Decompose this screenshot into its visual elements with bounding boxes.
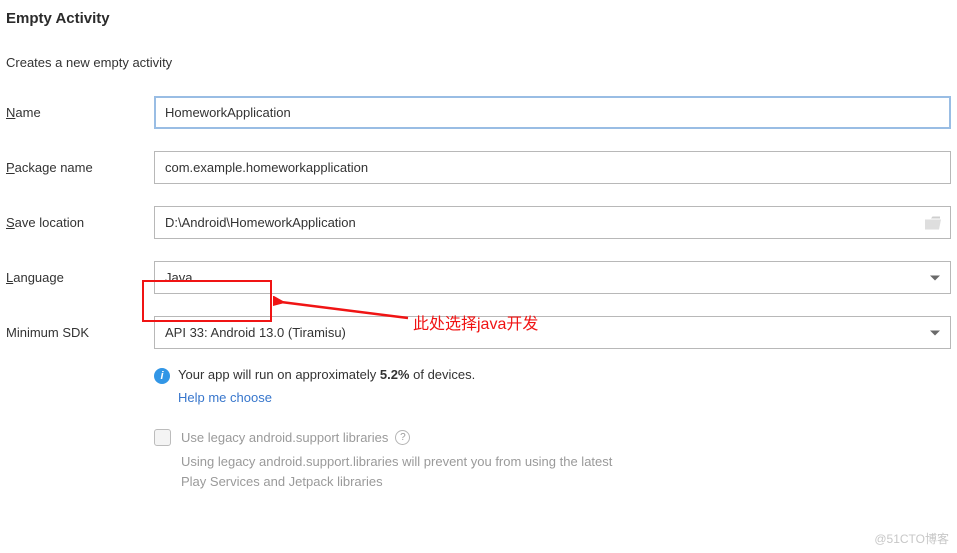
help-me-choose-link[interactable]: Help me choose [178,390,951,405]
language-select[interactable]: Java [154,261,951,294]
help-icon[interactable]: ? [395,430,410,445]
info-icon: i [154,368,170,384]
name-input[interactable] [154,96,951,129]
chevron-down-icon [930,330,940,335]
package-label: Package name [6,160,154,175]
save-location-label: Save location [6,215,154,230]
device-coverage-text: Your app will run on approximately 5.2% … [178,367,475,382]
min-sdk-value: API 33: Android 13.0 (Tiramisu) [165,325,346,340]
legacy-checkbox[interactable] [154,429,171,446]
legacy-checkbox-label: Use legacy android.support libraries [181,430,388,445]
page-title: Empty Activity [6,10,951,27]
save-location-input[interactable] [154,206,951,239]
language-label: Language [6,270,154,285]
page-subtitle: Creates a new empty activity [6,55,951,70]
min-sdk-select[interactable]: API 33: Android 13.0 (Tiramisu) [154,316,951,349]
language-value: Java [165,270,192,285]
package-input[interactable] [154,151,951,184]
chevron-down-icon [930,275,940,280]
watermark: @51CTO博客 [874,530,949,547]
legacy-description: Using legacy android.support.libraries w… [181,452,641,491]
folder-browse-icon[interactable] [925,216,941,229]
min-sdk-label: Minimum SDK [6,325,154,340]
name-label: Name [6,105,154,120]
